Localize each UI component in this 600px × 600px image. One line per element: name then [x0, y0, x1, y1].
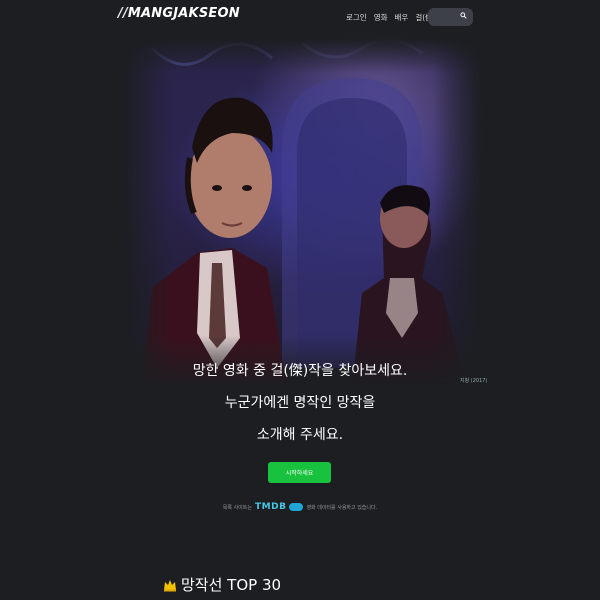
logo-text: MANGJAKSEON: [127, 6, 240, 21]
nav-movies[interactable]: 영화: [374, 12, 388, 23]
tagline-line-1: 망한 영화 중 걸(傑)작을 찾아보세요.: [192, 363, 408, 379]
search-input[interactable]: [428, 8, 473, 26]
logo-prefix: //: [118, 6, 128, 21]
crown-icon: [164, 579, 176, 591]
site-logo[interactable]: //MANGJAKSEON: [118, 6, 240, 21]
start-button[interactable]: 시작하세요: [268, 462, 331, 483]
section-title-text: 망작선 TOP 30: [181, 576, 282, 594]
search-icon[interactable]: [460, 12, 467, 19]
nav-actors[interactable]: 배우: [395, 12, 409, 23]
hero-image: [122, 38, 484, 388]
tagline-line-2: 누군가에겐 명작인 망작을: [224, 395, 376, 411]
top-header: //MANGJAKSEON 로그인 영화 배우 걸(傑)작선: [0, 0, 600, 36]
top30-section-title: 망작선 TOP 30: [163, 574, 281, 595]
tmdb-logo-pill-icon: [289, 503, 304, 511]
tmdb-prefix: 목록 사이트는: [222, 504, 252, 511]
tmdb-attribution: 목록 사이트는 TMDB 영화 데이터를 사용하고 있습니다.: [0, 500, 600, 514]
tagline-line-3: 소개해 주세요.: [256, 427, 344, 443]
hero-fade-overlay: [122, 38, 484, 388]
nav-login[interactable]: 로그인: [346, 12, 367, 23]
tmdb-suffix: 영화 데이터를 사용하고 있습니다.: [306, 504, 378, 511]
tmdb-logo[interactable]: TMDB: [255, 502, 286, 512]
